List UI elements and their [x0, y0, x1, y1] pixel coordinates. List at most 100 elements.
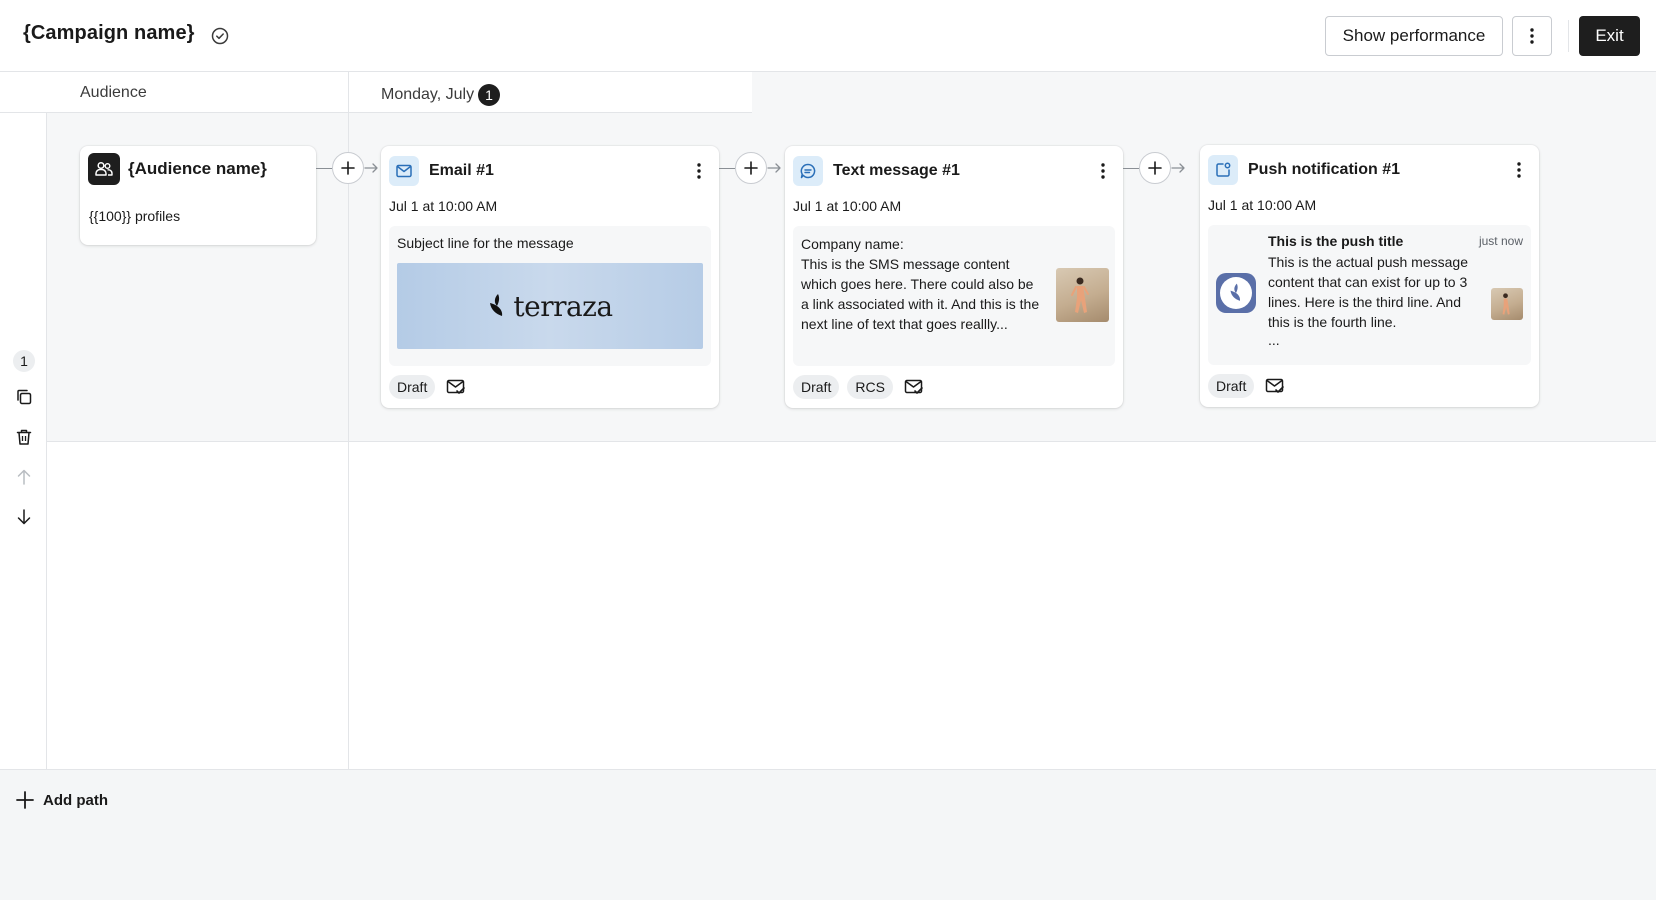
status-badge: Draft [793, 375, 840, 399]
more-vertical-icon [1101, 163, 1105, 179]
push-notification-title: This is the push title [1268, 233, 1404, 249]
duplicate-lane-button[interactable] [13, 386, 35, 408]
header-divider [1568, 20, 1569, 52]
copy-icon [17, 389, 32, 405]
profile-count: {{100}} profiles [89, 208, 180, 225]
audience-name: {Audience name} [128, 159, 267, 178]
lane-divider [47, 441, 1656, 442]
delete-lane-button[interactable] [13, 426, 35, 448]
envelope-check-icon [443, 375, 469, 399]
more-options-button[interactable] [1512, 16, 1552, 56]
more-vertical-icon [1530, 28, 1534, 44]
trash-icon [16, 429, 32, 445]
sms-message: This is the SMS message content which go… [801, 256, 1040, 332]
person-photo-icon [1502, 293, 1510, 315]
connector-line [316, 167, 332, 169]
connector [316, 152, 380, 184]
leaf-logo-icon [1230, 283, 1241, 301]
plus-icon [1148, 161, 1162, 175]
email-title: Email #1 [429, 162, 494, 179]
email-send-time: Jul 1 at 10:00 AM [389, 198, 498, 214]
sms-image [1056, 268, 1109, 322]
add-step-button[interactable] [1139, 152, 1171, 184]
arrow-down-icon [17, 509, 31, 525]
email-hero-image: terraza [397, 263, 703, 349]
audience-column-label: Audience [80, 84, 147, 101]
connector-line [719, 167, 735, 169]
push-tags: Draft [1208, 374, 1288, 398]
add-path-label: Add path [43, 791, 108, 809]
more-vertical-icon [1517, 162, 1521, 178]
add-path-button[interactable]: Add path [15, 790, 108, 810]
audience-icon-tile [88, 153, 120, 185]
rail-divider [46, 113, 47, 769]
status-badge: Draft [1208, 374, 1255, 398]
arrow-right-icon [364, 163, 378, 173]
move-lane-up-button[interactable] [13, 466, 35, 488]
show-performance-button[interactable]: Show performance [1325, 16, 1503, 56]
add-step-button[interactable] [735, 152, 767, 184]
push-image [1491, 288, 1523, 320]
email-card[interactable]: Email #1 Jul 1 at 10:00 AM Subject line … [381, 146, 719, 408]
sms-company: Company name: [801, 236, 904, 252]
email-tags: Draft [389, 375, 469, 399]
connector [1123, 152, 1187, 184]
arrow-up-icon [17, 469, 31, 485]
push-icon-tile [1208, 155, 1238, 185]
plus-icon [341, 161, 355, 175]
add-step-button[interactable] [332, 152, 364, 184]
sms-preview: Company name: This is the SMS message co… [793, 226, 1115, 366]
users-icon [95, 161, 113, 176]
check-circle-icon [211, 27, 229, 45]
sms-body: Company name: This is the SMS message co… [801, 234, 1041, 334]
canvas-header-fill [752, 72, 1656, 113]
date-column-label: Monday, July 1 [381, 84, 501, 106]
plus-icon [744, 161, 758, 175]
push-menu-button[interactable] [1509, 158, 1529, 182]
app-icon [1216, 273, 1256, 313]
exit-button[interactable]: Exit [1579, 16, 1640, 56]
footer-bar: Add path [0, 769, 1656, 900]
arrow-right-icon [767, 163, 781, 173]
envelope-check-icon [901, 375, 927, 399]
email-preview: Subject line for the message terraza [389, 226, 711, 366]
more-vertical-icon [697, 163, 701, 179]
envelope-icon [396, 164, 412, 178]
arrow-right-icon [1171, 163, 1185, 173]
profile-count-text: {{100}} profiles [89, 208, 181, 224]
push-timestamp: just now [1478, 234, 1523, 248]
leaf-logo-icon [490, 294, 503, 316]
app-logo [1220, 277, 1252, 309]
brand-wordmark: terraza [513, 289, 613, 323]
top-bar: {Campaign name} Show performance Exit [0, 0, 1656, 72]
lane-number: 1 [13, 350, 35, 372]
audience-card[interactable]: {Audience name} {{100}} profiles [80, 146, 316, 245]
chat-bubble-icon [800, 163, 816, 179]
status-badge: Draft [389, 375, 436, 399]
sms-tags: Draft RCS [793, 375, 927, 399]
person-photo-icon [1071, 277, 1089, 313]
push-send-time: Jul 1 at 10:00 AM [1208, 197, 1317, 213]
plus-icon [16, 791, 34, 809]
push-preview: This is the push title just now This is … [1208, 225, 1531, 365]
sms-menu-button[interactable] [1093, 159, 1113, 183]
push-card[interactable]: Push notification #1 Jul 1 at 10:00 AM T… [1200, 145, 1539, 407]
date-badge: 1 [478, 84, 501, 106]
connector [719, 152, 783, 184]
email-subject: Subject line for the message [397, 235, 574, 251]
sms-icon-tile [793, 156, 823, 186]
push-notification-body: This is the actual push message content … [1268, 254, 1468, 330]
date-label: Monday, July [381, 86, 475, 103]
envelope-check-icon [1262, 374, 1288, 398]
email-icon-tile [389, 156, 419, 186]
notification-icon [1216, 162, 1231, 177]
move-lane-down-button[interactable] [13, 506, 35, 528]
sms-card[interactable]: Text message #1 Jul 1 at 10:00 AM Compan… [785, 146, 1123, 408]
push-ellipsis: ... [1268, 332, 1280, 348]
connector-line [1123, 167, 1139, 169]
push-title: Push notification #1 [1248, 161, 1401, 178]
campaign-title: {Campaign name} [23, 22, 195, 44]
rcs-badge: RCS [847, 375, 893, 399]
sms-title: Text message #1 [833, 162, 960, 179]
email-menu-button[interactable] [689, 159, 709, 183]
